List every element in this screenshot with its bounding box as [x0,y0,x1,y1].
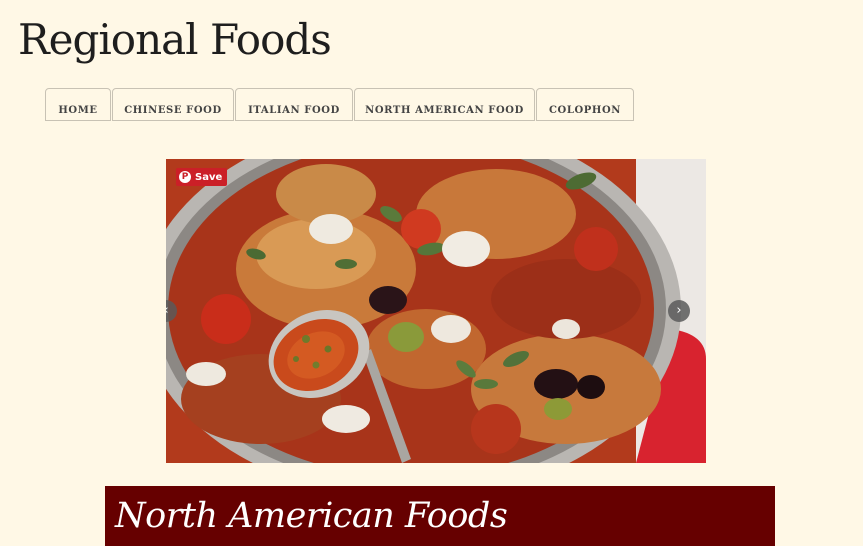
pinterest-save-button[interactable]: P Save [176,168,228,186]
main-nav: HOME CHINESE FOOD ITALIAN FOOD NORTH AME… [45,88,635,121]
site-title[interactable]: Regional Foods [18,14,332,66]
nav-tab-north-american-food[interactable]: NORTH AMERICAN FOOD [354,88,535,121]
chevron-left-icon: ‹ [166,303,169,318]
section-title: North American Foods [115,496,508,536]
chevron-right-icon: › [676,303,682,318]
nav-tab-colophon[interactable]: COLOPHON [536,88,634,121]
image-slider[interactable]: P Save ‹ › [166,159,706,463]
pinterest-icon: P [179,171,191,183]
slider-next-button[interactable]: › [668,300,690,322]
nav-tab-italian-food[interactable]: ITALIAN FOOD [235,88,353,121]
section-banner: North American Foods [105,486,775,546]
nav-tab-chinese-food[interactable]: CHINESE FOOD [112,88,234,121]
nav-tab-home[interactable]: HOME [45,88,111,121]
pinterest-save-label: Save [195,171,223,183]
food-photo [166,159,706,463]
